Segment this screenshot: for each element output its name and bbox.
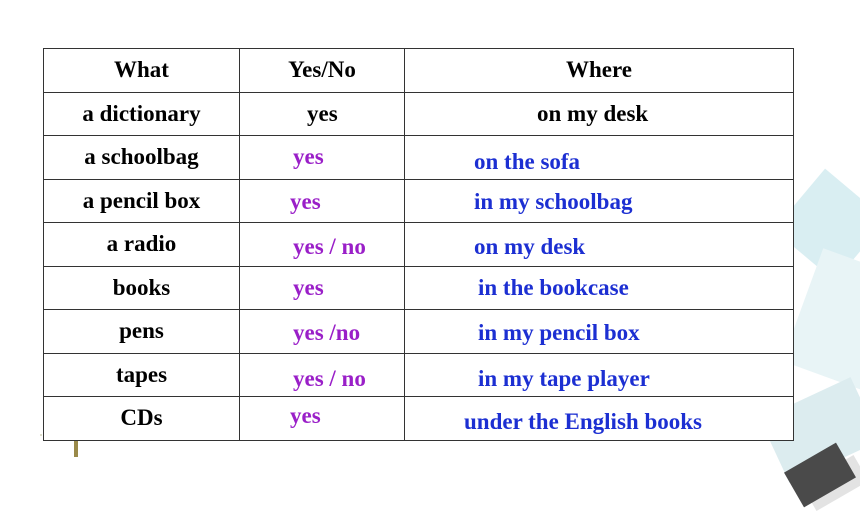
item-cell: tapes	[43, 352, 240, 397]
where-answer: in the bookcase	[478, 274, 629, 300]
where-answer: in my pencil box	[478, 320, 640, 345]
header-where: Where	[404, 48, 794, 93]
yesno-answer: yes /no	[293, 320, 361, 345]
where-cell: on my desk	[404, 91, 794, 136]
yesno-answer: yes / no	[293, 234, 366, 259]
item-cell: a radio	[43, 222, 240, 267]
item-cell: a pencil box	[43, 178, 240, 223]
yesno-cell: yes	[239, 396, 405, 441]
table-row: books yes in the bookcase	[43, 265, 794, 310]
yesno-cell: yes / no	[239, 222, 405, 267]
table-row: tapes yes / no in my tape player	[43, 352, 794, 397]
where-answer: in my tape player	[478, 365, 650, 391]
table-row: CDs yes under the English books	[43, 396, 794, 441]
item-cell: a schoolbag	[43, 135, 240, 180]
yesno-cell: yes / no	[239, 352, 405, 397]
header-what: What	[43, 48, 240, 93]
where-cell: in the bookcase	[404, 265, 794, 310]
table-row: pens yes /no in my pencil box	[43, 309, 794, 354]
where-cell: on the sofa	[404, 135, 794, 180]
yesno-cell: yes	[239, 91, 405, 136]
where-answer: on my desk	[537, 100, 649, 126]
yesno-answer: yes	[290, 403, 321, 428]
answer-table: What Yes/No Where a dictionary yes on my…	[43, 48, 794, 441]
where-answer: on the sofa	[474, 149, 581, 174]
item-cell: books	[43, 265, 240, 310]
where-cell: on my desk	[404, 222, 794, 267]
where-cell: in my schoolbag	[404, 178, 794, 223]
header-yesno: Yes/No	[239, 48, 405, 93]
table-row: a pencil box yes in my schoolbag	[43, 178, 794, 223]
yesno-cell: yes	[239, 178, 405, 223]
item-cell: pens	[43, 309, 240, 354]
where-cell: in my tape player	[404, 352, 794, 397]
yesno-answer: yes / no	[293, 365, 366, 391]
yesno-answer: yes	[307, 100, 338, 126]
yesno-cell: yes /no	[239, 309, 405, 354]
yesno-cell: yes	[239, 135, 405, 180]
yesno-cell: yes	[239, 265, 405, 310]
yesno-answer: yes	[293, 274, 324, 300]
yesno-answer: yes	[290, 188, 321, 214]
where-cell: in my pencil box	[404, 309, 794, 354]
table-row: a dictionary yes on my desk	[43, 91, 794, 136]
where-answer: on my desk	[474, 234, 586, 259]
table-row: a schoolbag yes on the sofa	[43, 135, 794, 180]
where-answer: in my schoolbag	[474, 188, 633, 214]
yesno-answer: yes	[293, 144, 324, 169]
item-cell: a dictionary	[43, 91, 240, 136]
item-cell: CDs	[43, 396, 240, 441]
header-row: What Yes/No Where	[43, 48, 794, 93]
where-answer: under the English books	[464, 409, 702, 434]
table-row: a radio yes / no on my desk	[43, 222, 794, 267]
where-cell: under the English books	[404, 396, 794, 441]
